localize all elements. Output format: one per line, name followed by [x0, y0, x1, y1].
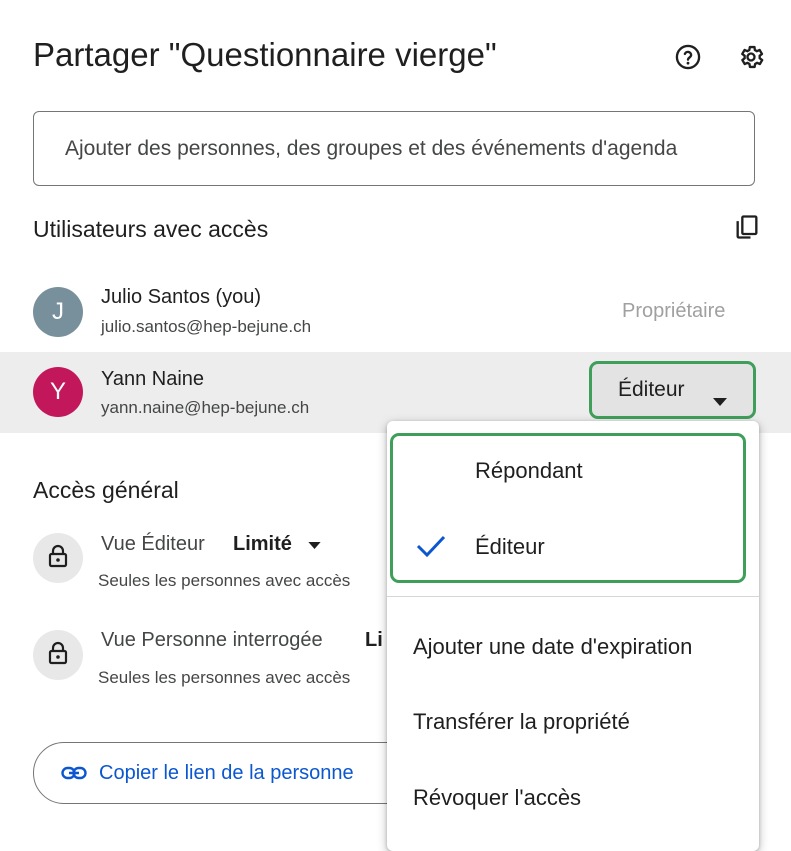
copy-emails-icon	[733, 213, 761, 246]
role-option-label: Éditeur	[475, 534, 545, 559]
gear-icon	[737, 43, 765, 76]
avatar: Y	[33, 367, 83, 417]
settings-button[interactable]	[731, 39, 771, 79]
owner-role-label: Propriétaire	[622, 300, 726, 322]
general-access-title: Accès général	[33, 477, 179, 503]
lock-icon	[47, 641, 69, 670]
access-description: Seules les personnes avec accès	[98, 668, 351, 687]
copy-emails-button[interactable]	[727, 209, 767, 249]
role-option-label: Répondant	[475, 458, 583, 483]
help-button[interactable]	[668, 39, 708, 79]
role-option-editor[interactable]: Éditeur	[387, 516, 759, 576]
access-level-dropdown[interactable]: Li	[365, 629, 383, 652]
user-email: julio.santos@hep-bejune.ch	[101, 317, 312, 336]
role-option-respondent[interactable]: Répondant	[387, 441, 759, 501]
check-icon	[416, 535, 446, 563]
help-circle-icon	[674, 43, 702, 76]
dialog-title: Partager "Questionnaire vierge"	[33, 36, 497, 73]
role-menu: Répondant Éditeur Ajouter une date d'exp…	[387, 421, 759, 851]
user-name: Yann Naine	[101, 368, 205, 390]
users-section-title: Utilisateurs avec accès	[33, 216, 269, 242]
lock-icon	[47, 544, 69, 573]
add-people-input[interactable]: Ajouter des personnes, des groupes et de…	[33, 111, 755, 186]
access-level-value: Limité	[233, 533, 292, 555]
revoke-access-item[interactable]: Révoquer l'accès	[413, 785, 581, 811]
menu-divider	[387, 596, 759, 597]
avatar: J	[33, 287, 83, 337]
role-dropdown-button[interactable]: Éditeur	[589, 361, 756, 419]
access-description: Seules les personnes avec accès	[98, 571, 351, 590]
user-email: yann.naine@hep-bejune.ch	[101, 398, 310, 417]
transfer-ownership-item[interactable]: Transférer la propriété	[413, 709, 630, 735]
copy-link-label: Copier le lien de la personne	[99, 761, 354, 784]
lock-icon-container	[33, 630, 83, 680]
access-label: Vue Personne interrogée	[101, 629, 323, 651]
add-expiration-date-item[interactable]: Ajouter une date d'expiration	[413, 634, 692, 660]
role-dropdown-label: Éditeur	[618, 378, 685, 401]
access-level-dropdown[interactable]: Limité	[233, 533, 321, 556]
link-icon	[61, 766, 87, 780]
caret-down-icon	[308, 536, 321, 554]
user-name: Julio Santos (you)	[101, 286, 262, 308]
access-label: Vue Éditeur	[101, 533, 205, 555]
caret-down-icon	[713, 388, 727, 412]
lock-icon-container	[33, 533, 83, 583]
